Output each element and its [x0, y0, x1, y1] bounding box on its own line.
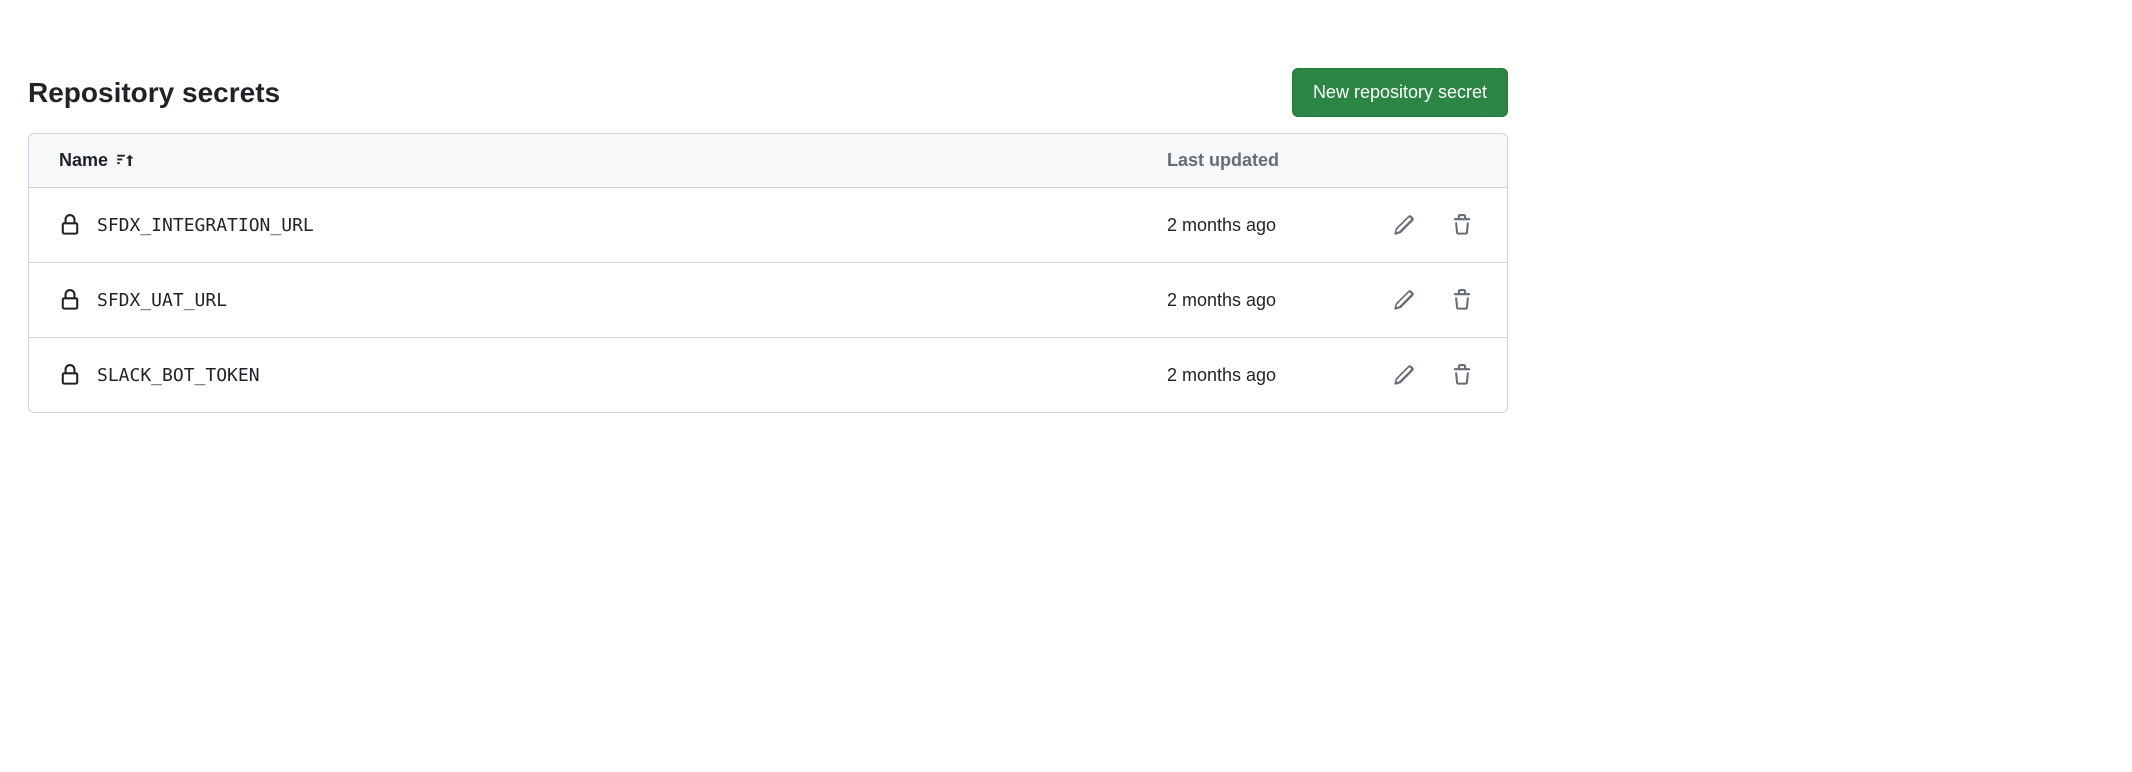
column-header-name[interactable]: Name [59, 150, 1167, 171]
lock-icon [59, 289, 81, 311]
lock-icon [59, 364, 81, 386]
secret-last-updated: 2 months ago [1167, 290, 1347, 311]
lock-icon [59, 214, 81, 236]
column-header-name-label: Name [59, 150, 108, 171]
section-title: Repository secrets [28, 77, 280, 109]
edit-button[interactable] [1389, 360, 1419, 390]
pencil-icon [1393, 289, 1415, 311]
delete-button[interactable] [1447, 360, 1477, 390]
secret-last-updated: 2 months ago [1167, 215, 1347, 236]
secret-name: SFDX_UAT_URL [97, 290, 227, 311]
trash-icon [1451, 364, 1473, 386]
table-row: SLACK_BOT_TOKEN 2 months ago [29, 338, 1507, 412]
delete-button[interactable] [1447, 285, 1477, 315]
table-row: SFDX_INTEGRATION_URL 2 months ago [29, 188, 1507, 263]
table-header-row: Name Last updated [29, 134, 1507, 188]
edit-button[interactable] [1389, 285, 1419, 315]
pencil-icon [1393, 364, 1415, 386]
edit-button[interactable] [1389, 210, 1419, 240]
new-repository-secret-button[interactable]: New repository secret [1292, 68, 1508, 117]
secret-name: SFDX_INTEGRATION_URL [97, 215, 314, 236]
table-row: SFDX_UAT_URL 2 months ago [29, 263, 1507, 338]
secrets-table: Name Last updated SFDX_INTEGRA [28, 133, 1508, 413]
delete-button[interactable] [1447, 210, 1477, 240]
column-header-last-updated: Last updated [1167, 150, 1347, 171]
secret-name: SLACK_BOT_TOKEN [97, 365, 260, 386]
secret-last-updated: 2 months ago [1167, 365, 1347, 386]
trash-icon [1451, 214, 1473, 236]
pencil-icon [1393, 214, 1415, 236]
trash-icon [1451, 289, 1473, 311]
sort-ascending-icon [116, 151, 136, 171]
